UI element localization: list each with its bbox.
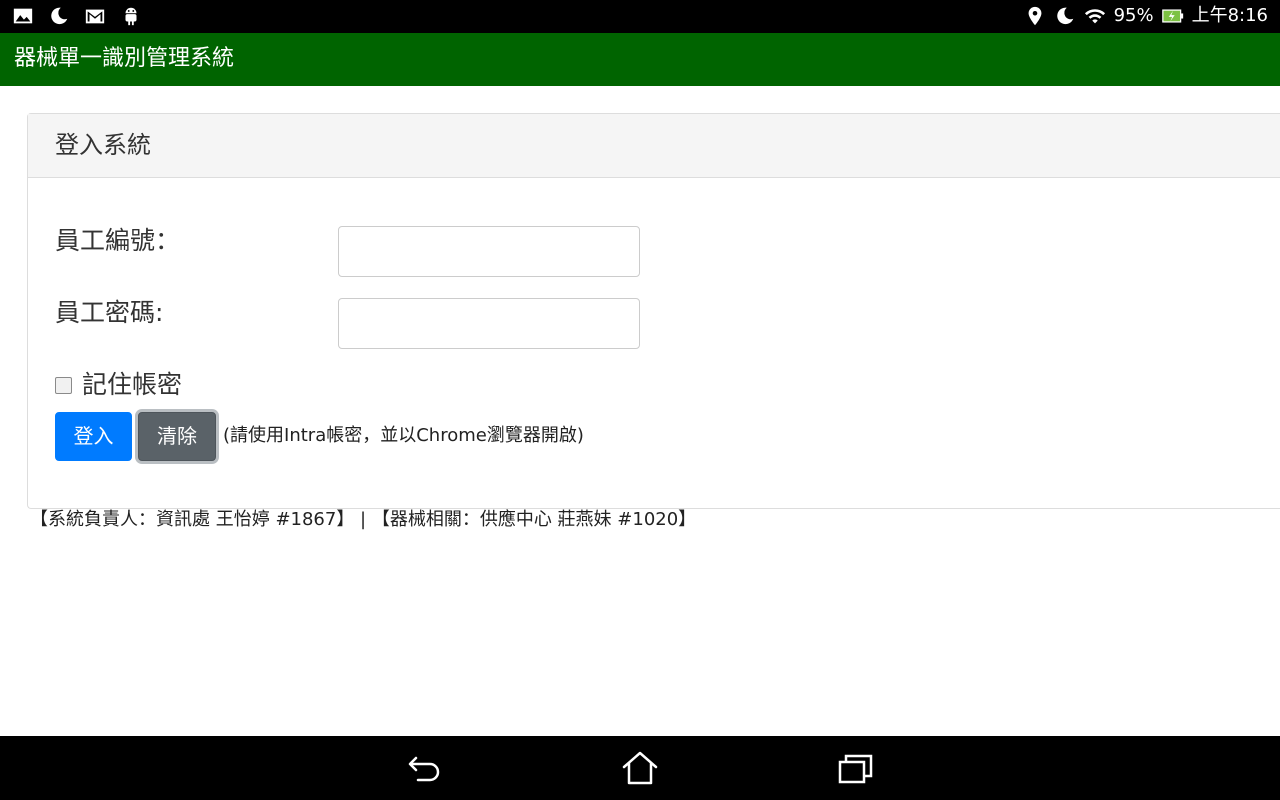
login-panel-heading: 登入系統	[28, 114, 1280, 178]
login-panel: 登入系統 員工編號： 員工密碼: 記住帳密 登入 清除 (請使用Intra帳密，…	[27, 113, 1280, 509]
employee-id-input[interactable]	[338, 226, 640, 277]
login-panel-title: 登入系統	[55, 131, 151, 159]
android-icon	[120, 5, 142, 27]
contact-info: 【系統負責人：資訊處 王怡婷 #1867】 | 【器械相關：供應中心 莊燕妹 #…	[30, 509, 697, 530]
gallery-icon	[12, 5, 34, 27]
remember-checkbox[interactable]	[55, 376, 72, 394]
password-label: 員工密碼:	[55, 298, 164, 327]
remember-credentials[interactable]: 記住帳密	[55, 368, 182, 402]
app-title: 器械單一識別管理系統	[14, 46, 235, 71]
login-button[interactable]: 登入	[55, 412, 132, 461]
status-time: 上午8:16	[1191, 5, 1268, 26]
home-icon[interactable]	[620, 750, 660, 786]
status-bar-system: 95% 上午8:16	[1024, 5, 1268, 27]
gmail-icon	[84, 5, 106, 27]
remember-label[interactable]: 記住帳密	[82, 368, 182, 402]
moon-icon	[1054, 5, 1076, 27]
clear-button[interactable]: 清除	[138, 412, 216, 461]
status-bar-notifications	[12, 5, 142, 27]
app-header: 器械單一識別管理系統	[0, 33, 1280, 86]
status-bar: 95% 上午8:16	[0, 0, 1280, 33]
location-icon	[1024, 5, 1046, 27]
navigation-bar	[0, 736, 1280, 800]
moon-icon	[48, 5, 70, 27]
password-input[interactable]	[338, 298, 640, 349]
back-icon[interactable]	[404, 750, 444, 786]
employee-id-label: 員工編號：	[55, 226, 181, 255]
recent-apps-icon[interactable]	[836, 750, 876, 786]
battery-charging-icon	[1161, 5, 1184, 27]
wifi-icon	[1084, 5, 1106, 27]
battery-percent: 95%	[1113, 5, 1154, 26]
login-hint: (請使用Intra帳密，並以Chrome瀏覽器開啟)	[223, 425, 584, 446]
